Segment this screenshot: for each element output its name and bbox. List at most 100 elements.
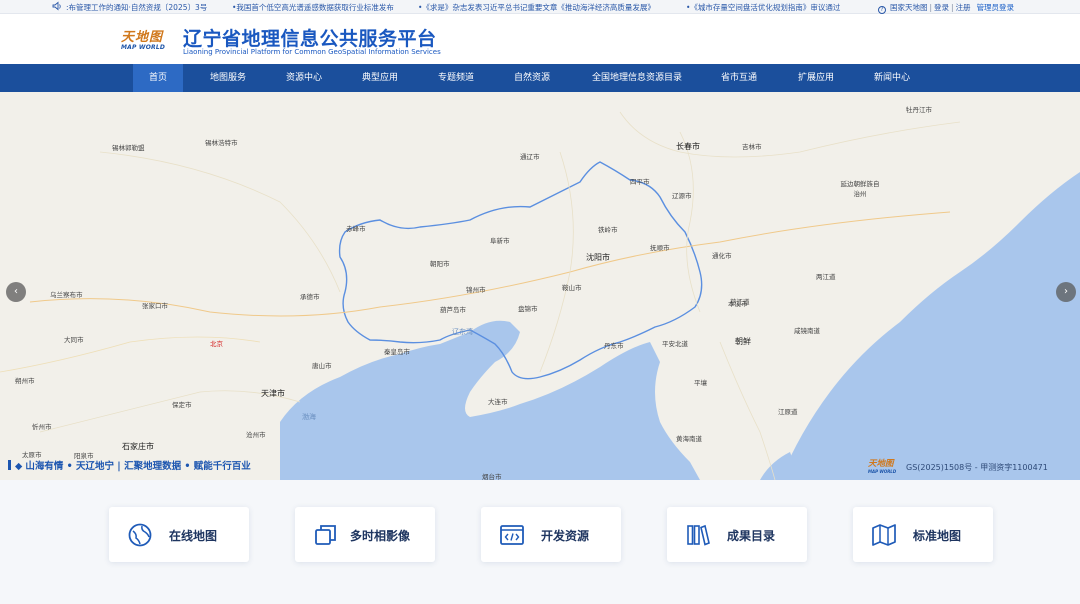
- nav-home[interactable]: 首页: [133, 64, 183, 92]
- map-label-sea: 辽东湾: [452, 328, 473, 336]
- map-label: 乌兰察布市: [50, 291, 83, 299]
- login-link[interactable]: 登录: [934, 3, 949, 12]
- card-label: 多时相影像: [350, 529, 411, 543]
- map-approval-number: GS(2025)1508号 - 甲测资字1100471: [906, 463, 1048, 472]
- map-label: 两江道: [816, 273, 836, 281]
- slogan-text: 山海有情 • 天辽地宁 | 汇聚地理数据 • 赋能千行百业: [25, 461, 251, 472]
- register-link[interactable]: 注册: [956, 3, 971, 12]
- map-label: 丹东市: [604, 342, 624, 350]
- map-label: 黄海南道: [676, 435, 702, 443]
- card-results-catalog[interactable]: 成果目录: [667, 507, 807, 562]
- admin-login-link[interactable]: 管理员登录: [977, 3, 1015, 12]
- card-label: 成果目录: [727, 529, 776, 543]
- card-label: 标准地图: [913, 529, 962, 543]
- map-label: 朔州市: [15, 377, 35, 385]
- notice-item[interactable]: •我国首个低空高光谱遥感数据获取行业标准发布: [232, 2, 394, 13]
- site-header: 天地图 MAP WORLD 辽宁省地理信息公共服务平台 Liaoning Pro…: [0, 14, 1080, 64]
- map-label: 辽源市: [672, 192, 692, 200]
- help-icon[interactable]: ?: [878, 6, 886, 14]
- map-label: 盘锦市: [518, 305, 538, 313]
- map-label: 保定市: [172, 401, 192, 409]
- map-label: 平安北道: [662, 340, 688, 348]
- map-label: 通辽市: [520, 153, 540, 161]
- map-label: 慈江道: [730, 298, 750, 306]
- carousel-prev-button[interactable]: ‹: [6, 282, 26, 302]
- map-label-capital: 北京: [210, 340, 223, 348]
- map-label: 通化市: [712, 252, 732, 260]
- national-tianditu-link[interactable]: 国家天地图: [890, 3, 928, 12]
- map-label: 石家庄市: [122, 442, 154, 451]
- map-slogan: ◆ 山海有情 • 天辽地宁 | 汇聚地理数据 • 赋能千行百业: [8, 458, 251, 472]
- map-label: 铁岭市: [598, 226, 618, 234]
- nav-map-service[interactable]: 地图服务: [200, 64, 256, 92]
- small-logo-cn: 天地图: [868, 459, 894, 469]
- site-subtitle: Liaoning Provincial Platform for Common …: [183, 48, 441, 56]
- map-label: 延边朝鲜族自治州: [840, 180, 880, 198]
- map-label: 烟台市: [482, 473, 502, 480]
- carousel-next-button[interactable]: ›: [1056, 282, 1076, 302]
- map-banner[interactable]: 长春市 吉林市 牡丹江市 延边朝鲜族自治州 通辽市 四平市 辽源市 铁岭市 阜新…: [0, 92, 1080, 480]
- map-label: 咸镜南道: [794, 327, 820, 335]
- map-label: 张家口市: [142, 302, 168, 310]
- map-label: 锡林郭勒盟: [112, 144, 145, 152]
- nav-province-city[interactable]: 省市互通: [711, 64, 767, 92]
- notice-bar: :布管理工作的通知·自然资规〔2025〕3号 •我国首个低空高光谱遥感数据获取行…: [0, 0, 1080, 14]
- map-label: 长春市: [676, 142, 700, 151]
- card-standard-map[interactable]: 标准地图: [853, 507, 993, 562]
- nav-extended-apps[interactable]: 扩展应用: [788, 64, 844, 92]
- card-label: 在线地图: [169, 529, 218, 543]
- map-label: 秦皇岛市: [384, 348, 410, 356]
- map-label: 江原道: [778, 408, 798, 416]
- map-label-sea: 渤海: [302, 413, 316, 421]
- layers-icon: [315, 525, 336, 545]
- map-label: 吉林市: [742, 143, 762, 151]
- map-label: 承德市: [300, 293, 320, 301]
- card-multi-temporal-imagery[interactable]: 多时相影像: [295, 507, 435, 562]
- books-icon: [687, 524, 710, 546]
- map-label: 鞍山市: [562, 284, 582, 292]
- tianditu-logo[interactable]: 天地图 MAP WORLD: [121, 26, 171, 56]
- quick-links: 在线地图 多时相影像 开发资源 成果目录 标准地图: [0, 480, 1080, 604]
- map-label: 大同市: [64, 336, 84, 344]
- code-icon: [500, 525, 524, 545]
- map-label: 四平市: [630, 178, 650, 186]
- card-dev-resources[interactable]: 开发资源: [481, 507, 621, 562]
- map-canvas: [0, 111, 1080, 480]
- map-label: 抚顺市: [650, 244, 670, 252]
- speaker-icon: [52, 1, 61, 11]
- logo-text-cn: 天地图: [121, 30, 164, 45]
- nav-national-catalog[interactable]: 全国地理信息资源目录: [582, 64, 692, 92]
- nav-resource-center[interactable]: 资源中心: [276, 64, 332, 92]
- map-label: 牡丹江市: [906, 106, 932, 114]
- map-label: 锡林浩特市: [205, 139, 238, 147]
- main-nav: 首页 地图服务 资源中心 典型应用 专题频道 自然资源 全国地理信息资源目录 省…: [0, 64, 1080, 92]
- logo-text-en: MAP WORLD: [121, 44, 166, 51]
- tianditu-small-logo: 天地图 MAP WORLD: [868, 457, 904, 477]
- notice-item[interactable]: :布管理工作的通知·自然资规〔2025〕3号: [66, 2, 207, 13]
- globe-icon: [128, 523, 152, 547]
- map-label: 朝阳市: [430, 260, 450, 268]
- nav-news-center[interactable]: 新闻中心: [864, 64, 920, 92]
- map-label: 朝鲜: [735, 337, 751, 346]
- nav-natural-resources[interactable]: 自然资源: [504, 64, 560, 92]
- notice-item[interactable]: •《求是》杂志发表习近平总书记重要文章《推动海洋经济高质量发展》: [418, 2, 655, 13]
- card-label: 开发资源: [541, 529, 590, 543]
- map-label: 忻州市: [32, 423, 52, 431]
- map-label: 葫芦岛市: [440, 306, 466, 314]
- map-label: 沈阳市: [586, 253, 610, 262]
- card-online-map[interactable]: 在线地图: [109, 507, 249, 562]
- notice-item[interactable]: •《城市存量空间盘活优化规划指南》审议通过: [686, 2, 840, 13]
- user-links: ? 国家天地图 | 登录 | 注册 管理员登录: [878, 2, 1014, 14]
- slogan-bar: [8, 460, 11, 470]
- nav-typical-apps[interactable]: 典型应用: [352, 64, 408, 92]
- map-label: 赤峰市: [346, 225, 366, 233]
- map-label: 平壤: [694, 379, 707, 387]
- carousel-indicators[interactable]: [503, 468, 560, 480]
- map-label: 唐山市: [312, 362, 332, 370]
- map-label: 沧州市: [246, 431, 266, 439]
- map-label: 天津市: [261, 389, 285, 398]
- folded-map-icon: [872, 524, 896, 546]
- map-label: 阜新市: [490, 237, 510, 245]
- nav-topic-channel[interactable]: 专题频道: [428, 64, 484, 92]
- map-label: 大连市: [488, 398, 508, 406]
